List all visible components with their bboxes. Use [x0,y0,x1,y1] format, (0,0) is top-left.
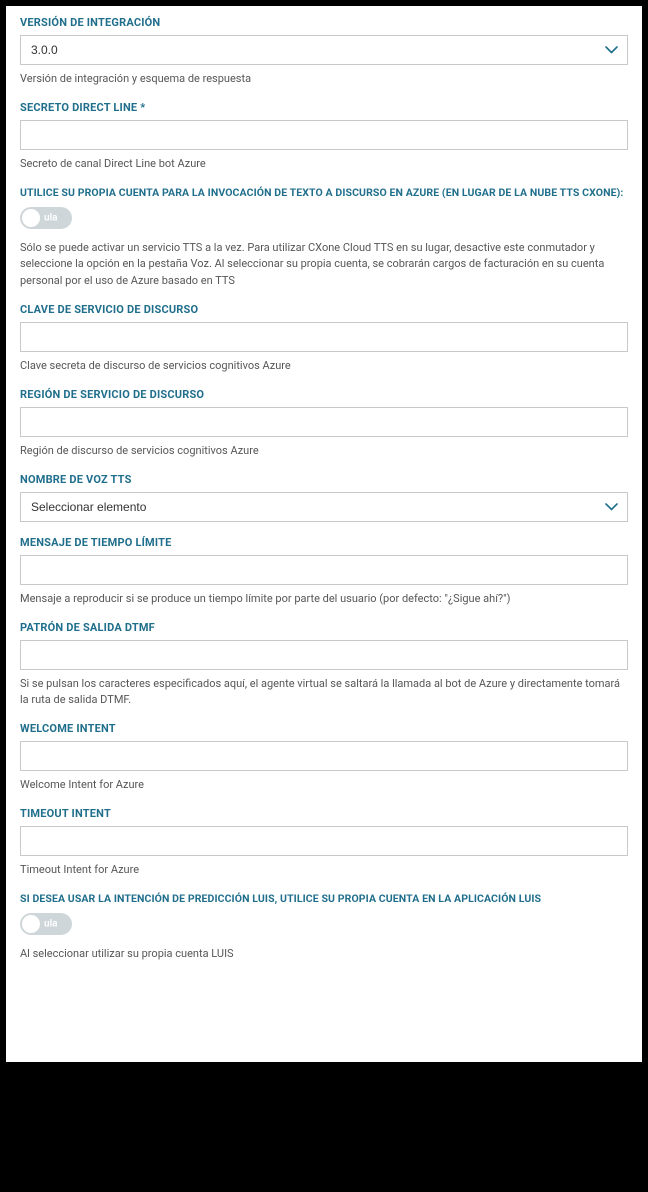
timeout-message-field: MENSAJE DE TIEMPO LÍMITE Mensaje a repro… [20,536,628,607]
integration-version-help: Versión de integración y esquema de resp… [20,71,628,87]
luis-own-account-field: SI DESEA USAR LA INTENCIÓN DE PREDICCIÓN… [20,892,628,962]
tts-voice-name-select[interactable] [20,492,628,522]
tts-voice-name-label: NOMBRE DE VOZ TTS [20,473,628,486]
direct-line-secret-label: SECRETO DIRECT LINE * [20,101,628,114]
luis-own-account-toggle[interactable]: ula [20,913,72,935]
speech-service-key-field: CLAVE DE SERVICIO DE DISCURSO Clave secr… [20,303,628,374]
speech-service-region-input[interactable] [20,407,628,437]
direct-line-secret-input[interactable] [20,120,628,150]
dtmf-pattern-help: Si se pulsan los caracteres especificado… [20,676,628,708]
dtmf-pattern-input[interactable] [20,640,628,670]
welcome-intent-label: WELCOME INTENT [20,722,628,735]
speech-service-region-help: Región de discurso de servicios cognitiv… [20,443,628,459]
dtmf-pattern-label: PATRÓN DE SALIDA DTMF [20,621,628,634]
timeout-intent-label: TIMEOUT INTENT [20,807,628,820]
welcome-intent-field: WELCOME INTENT Welcome Intent for Azure [20,722,628,793]
luis-own-account-help: Al seleccionar utilizar su propia cuenta… [20,946,628,962]
timeout-intent-field: TIMEOUT INTENT Timeout Intent for Azure [20,807,628,878]
toggle-off-text: ula [44,918,58,929]
timeout-message-help: Mensaje a reproducir si se produce un ti… [20,591,628,607]
toggle-knob [22,209,40,227]
timeout-intent-input[interactable] [20,826,628,856]
integration-version-select-wrap [20,35,628,65]
settings-panel: VERSIÓN DE INTEGRACIÓN Versión de integr… [6,6,642,1062]
own-account-tts-label: UTILICE SU PROPIA CUENTA PARA LA INVOCAC… [20,186,628,199]
tts-voice-name-field: NOMBRE DE VOZ TTS [20,473,628,522]
speech-service-key-label: CLAVE DE SERVICIO DE DISCURSO [20,303,628,316]
toggle-knob [22,915,40,933]
direct-line-secret-help: Secreto de canal Direct Line bot Azure [20,156,628,172]
welcome-intent-input[interactable] [20,741,628,771]
toggle-off-text: ula [44,212,58,223]
integration-version-field: VERSIÓN DE INTEGRACIÓN Versión de integr… [20,16,628,87]
integration-version-label: VERSIÓN DE INTEGRACIÓN [20,16,628,29]
dtmf-pattern-field: PATRÓN DE SALIDA DTMF Si se pulsan los c… [20,621,628,708]
timeout-message-label: MENSAJE DE TIEMPO LÍMITE [20,536,628,549]
speech-service-key-input[interactable] [20,322,628,352]
own-account-tts-toggle[interactable]: ula [20,207,72,229]
welcome-intent-help: Welcome Intent for Azure [20,777,628,793]
timeout-intent-help: Timeout Intent for Azure [20,862,628,878]
luis-own-account-label: SI DESEA USAR LA INTENCIÓN DE PREDICCIÓN… [20,892,628,905]
speech-service-region-label: REGIÓN DE SERVICIO DE DISCURSO [20,388,628,401]
speech-service-region-field: REGIÓN DE SERVICIO DE DISCURSO Región de… [20,388,628,459]
timeout-message-input[interactable] [20,555,628,585]
own-account-tts-field: UTILICE SU PROPIA CUENTA PARA LA INVOCAC… [20,186,628,290]
tts-voice-name-select-wrap [20,492,628,522]
integration-version-select[interactable] [20,35,628,65]
direct-line-secret-field: SECRETO DIRECT LINE * Secreto de canal D… [20,101,628,172]
own-account-tts-help: Sólo se puede activar un servicio TTS a … [20,240,628,290]
speech-service-key-help: Clave secreta de discurso de servicios c… [20,358,628,374]
